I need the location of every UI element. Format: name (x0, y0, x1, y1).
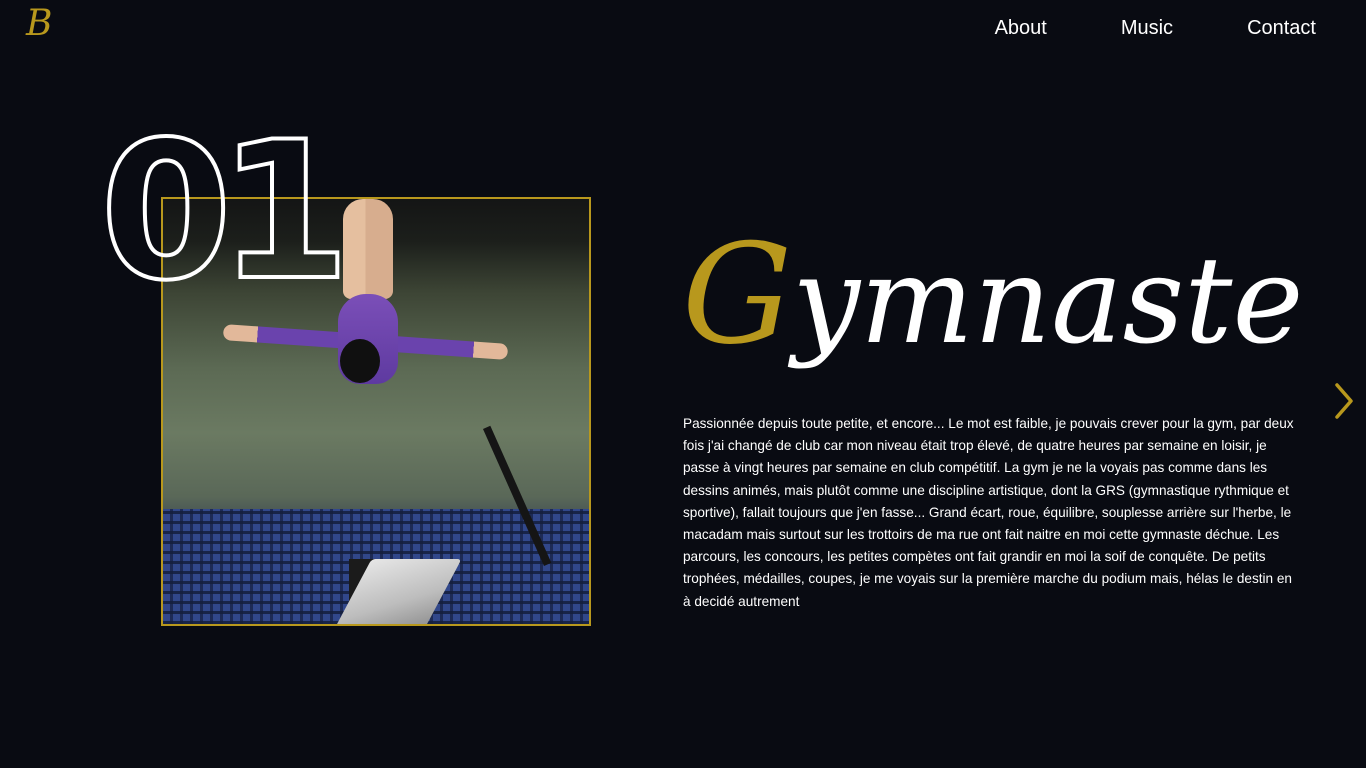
nav-music-link[interactable]: Music (1121, 15, 1173, 41)
gymnast-legs (343, 199, 393, 299)
nav-about-link[interactable]: About (995, 15, 1047, 41)
section-title: Gymnaste (682, 220, 1303, 377)
chevron-right-icon[interactable] (1332, 381, 1356, 421)
nav-contact-link[interactable]: Contact (1247, 15, 1316, 41)
title-rest: ymnaste (792, 232, 1304, 371)
gymnast-head (340, 339, 380, 383)
title-initial: G (682, 214, 793, 375)
main-nav: About Music Contact (995, 15, 1316, 41)
section-description: Passionnée depuis toute petite, et encor… (683, 416, 1294, 609)
section-number: 01 (98, 101, 352, 322)
logo[interactable]: B (26, 4, 52, 44)
